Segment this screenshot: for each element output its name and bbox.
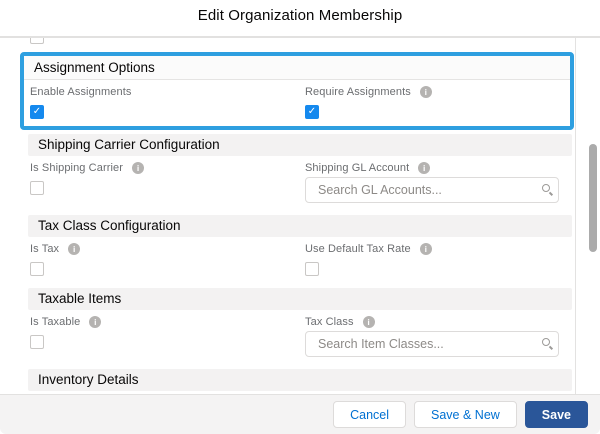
- field-label: Shipping GL Account: [305, 162, 410, 174]
- info-icon[interactable]: i: [132, 162, 144, 174]
- field-is-shipping-carrier: Is Shipping Carrier i ✓: [30, 161, 305, 203]
- modal-footer: Cancel Save & New Save: [0, 394, 600, 434]
- section-title-shipping-carrier-configuration: Shipping Carrier Configuration: [28, 134, 572, 156]
- checkmark-icon: ✓: [32, 106, 42, 117]
- field-label: Require Assignments: [305, 86, 411, 98]
- search-icon: [542, 338, 550, 346]
- tax-class-search-input[interactable]: [305, 331, 559, 357]
- save-and-new-button[interactable]: Save & New: [414, 401, 517, 428]
- modal-title: Edit Organization Membership: [197, 6, 403, 24]
- section-tax-class-configuration: Tax Class Configuration Is Tax i ✓ Use D…: [28, 215, 572, 284]
- field-require-assignments: Require Assignments i ✓: [305, 85, 570, 119]
- field-label: Tax Class: [305, 316, 354, 328]
- field-is-tax: Is Tax i ✓: [30, 242, 305, 276]
- partially-scrolled-checkbox[interactable]: [30, 38, 44, 44]
- checkmark-icon: ✓: [33, 263, 41, 274]
- save-button[interactable]: Save: [524, 401, 588, 428]
- modal-body: Assignment Options Enable Assignments ✓ …: [0, 38, 600, 394]
- is-tax-checkbox[interactable]: ✓: [30, 261, 44, 276]
- field-tax-class: Tax Class i: [305, 315, 572, 357]
- cancel-button[interactable]: Cancel: [333, 401, 407, 428]
- search-icon: [542, 184, 550, 192]
- checkmark-icon: ✓: [33, 336, 41, 347]
- field-label: Use Default Tax Rate: [305, 243, 411, 255]
- field-label: Enable Assignments: [30, 86, 132, 98]
- shipping-gl-account-lookup: [305, 177, 559, 203]
- section-row: Is Shipping Carrier i ✓ Shipping GL Acco…: [28, 156, 572, 211]
- section-title-taxable-items: Taxable Items: [28, 288, 572, 310]
- info-icon[interactable]: i: [89, 316, 102, 328]
- info-icon[interactable]: i: [419, 86, 432, 98]
- field-use-default-tax-rate: Use Default Tax Rate i ✓: [305, 242, 572, 276]
- is-shipping-carrier-checkbox[interactable]: ✓: [30, 180, 44, 195]
- is-taxable-checkbox[interactable]: ✓: [30, 334, 44, 349]
- section-row: Is Taxable i ✓ Tax Class i: [28, 310, 572, 365]
- section-taxable-items: Taxable Items Is Taxable i ✓ Tax Class i: [28, 288, 572, 365]
- field-shipping-gl-account: Shipping GL Account i: [305, 161, 572, 203]
- info-icon[interactable]: i: [418, 162, 431, 174]
- field-label: Is Shipping Carrier: [30, 162, 123, 174]
- info-icon[interactable]: i: [68, 243, 81, 255]
- checkmark-icon: ✓: [308, 263, 316, 274]
- enable-assignments-checkbox[interactable]: ✓: [30, 104, 44, 119]
- vertical-scrollbar[interactable]: [576, 38, 600, 394]
- require-assignments-checkbox[interactable]: ✓: [305, 104, 319, 119]
- section-title-assignment-options: Assignment Options: [24, 56, 570, 80]
- section-title-inventory-details: Inventory Details: [28, 369, 572, 391]
- scrollbar-thumb[interactable]: [589, 144, 597, 252]
- info-icon[interactable]: i: [362, 316, 375, 328]
- shipping-gl-account-search-input[interactable]: [305, 177, 559, 203]
- field-label: Is Tax: [30, 243, 60, 255]
- field-enable-assignments: Enable Assignments ✓: [30, 85, 305, 119]
- tax-class-lookup: [305, 331, 559, 357]
- use-default-tax-rate-checkbox[interactable]: ✓: [305, 261, 319, 276]
- section-assignment-options: Assignment Options Enable Assignments ✓ …: [24, 56, 570, 126]
- field-is-taxable: Is Taxable i ✓: [30, 315, 305, 357]
- edit-organization-membership-modal: Edit Organization Membership Assignment …: [0, 0, 600, 434]
- checkmark-icon: ✓: [307, 106, 317, 117]
- section-row: Enable Assignments ✓ Require Assignments…: [24, 80, 570, 126]
- section-inventory-details: Inventory Details Enable Item Class Inve…: [28, 369, 572, 394]
- assignment-options-highlight-box: Assignment Options Enable Assignments ✓ …: [20, 52, 574, 130]
- info-icon[interactable]: i: [419, 243, 432, 255]
- section-row: Is Tax i ✓ Use Default Tax Rate i ✓: [28, 237, 572, 284]
- section-title-tax-class-configuration: Tax Class Configuration: [28, 215, 572, 237]
- field-label: Is Taxable: [30, 316, 81, 328]
- modal-header: Edit Organization Membership: [0, 0, 600, 38]
- section-shipping-carrier-configuration: Shipping Carrier Configuration Is Shippi…: [28, 134, 572, 211]
- checkmark-icon: ✓: [33, 182, 41, 193]
